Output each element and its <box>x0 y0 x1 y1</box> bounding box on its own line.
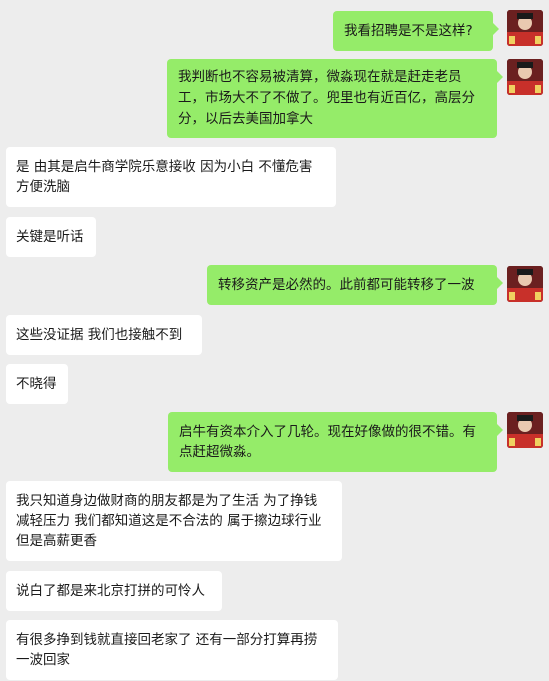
user-avatar[interactable] <box>507 10 543 46</box>
incoming-message-bubble[interactable]: 不晓得 <box>6 364 68 404</box>
user-avatar[interactable] <box>507 59 543 95</box>
message-text: 说白了都是来北京打拼的可怜人 <box>16 583 205 599</box>
chat-message-list: 我看招聘是不是这样? 我判断也不容易被清算，微淼现在就是赶走老员工，市场大不了不… <box>0 0 549 681</box>
incoming-message-bubble[interactable]: 说白了都是来北京打拼的可怜人 <box>6 571 222 611</box>
message-text: 转移资产是必然的。此前都可能转移了一波 <box>218 277 475 293</box>
avatar-image <box>507 412 543 448</box>
outgoing-message-bubble[interactable]: 我判断也不容易被清算，微淼现在就是赶走老员工，市场大不了不做了。兜里也有近百亿，… <box>167 59 503 138</box>
message-text: 不晓得 <box>16 376 57 392</box>
outgoing-message-bubble[interactable]: 我看招聘是不是这样? <box>333 11 499 51</box>
avatar-image <box>507 10 543 46</box>
avatar-image <box>507 266 543 302</box>
outgoing-message-bubble[interactable]: 启牛有资本介入了几轮。现在好像做的很不错。有点赶超微淼。 <box>168 412 503 472</box>
message-text: 我看招聘是不是这样? <box>344 23 473 39</box>
message-text: 这些没证据 我们也接触不到 <box>16 327 183 343</box>
incoming-message-bubble[interactable]: 有很多挣到钱就直接回老家了 还有一部分打算再捞一波回家 <box>6 620 338 680</box>
message-text: 有很多挣到钱就直接回老家了 还有一部分打算再捞一波回家 <box>16 632 318 668</box>
incoming-message-bubble[interactable]: 我只知道身边做财商的朋友都是为了生活 为了挣钱 减轻压力 我们都知道这是不合法的… <box>6 481 342 561</box>
incoming-message-bubble[interactable]: 是 由其是启牛商学院乐意接收 因为小白 不懂危害 方便洗脑 <box>6 147 336 207</box>
message-text: 我只知道身边做财商的朋友都是为了生活 为了挣钱 减轻压力 我们都知道这是不合法的… <box>16 493 322 549</box>
message-text: 启牛有资本介入了几轮。现在好像做的很不错。有点赶超微淼。 <box>179 424 476 460</box>
avatar-image <box>507 59 543 95</box>
incoming-message-bubble[interactable]: 关键是听话 <box>6 217 96 257</box>
user-avatar[interactable] <box>507 266 543 302</box>
message-text: 我判断也不容易被清算，微淼现在就是赶走老员工，市场大不了不做了。兜里也有近百亿，… <box>178 69 475 127</box>
message-text: 关键是听话 <box>16 229 84 245</box>
message-text: 是 由其是启牛商学院乐意接收 因为小白 不懂危害 方便洗脑 <box>16 159 313 195</box>
outgoing-message-bubble[interactable]: 转移资产是必然的。此前都可能转移了一波 <box>207 265 503 305</box>
incoming-message-bubble[interactable]: 这些没证据 我们也接触不到 <box>6 315 202 355</box>
user-avatar[interactable] <box>507 412 543 448</box>
